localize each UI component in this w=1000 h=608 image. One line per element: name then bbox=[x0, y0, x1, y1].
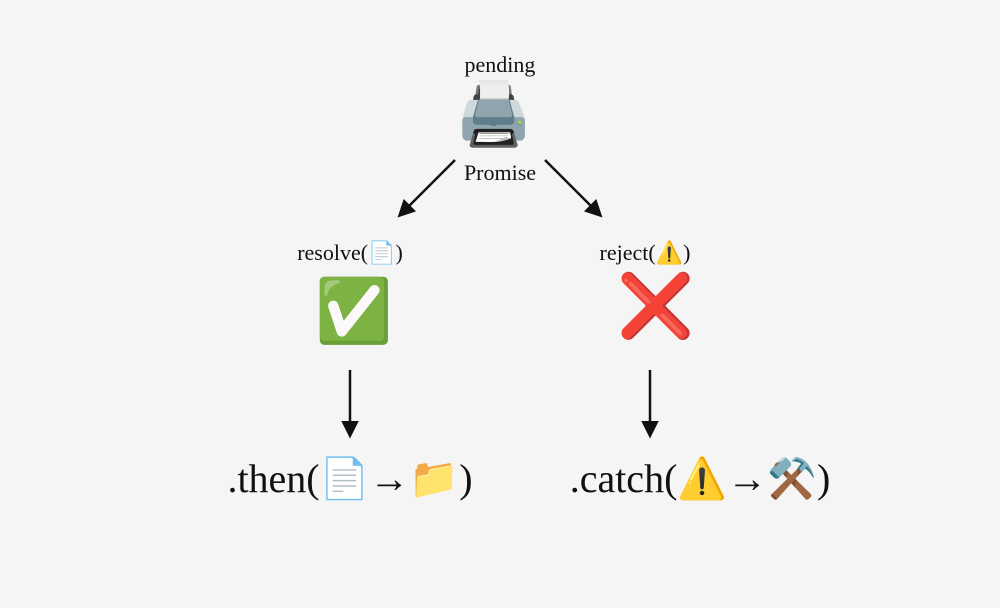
catch-handler: .catch(⚠️→⚒️) bbox=[500, 455, 900, 502]
resolve-call: resolve(📄) bbox=[260, 240, 440, 266]
printer-icon: 🖨️ bbox=[455, 78, 532, 151]
then-handler: .then(📄→📁) bbox=[150, 455, 550, 502]
pending-label: pending bbox=[440, 52, 560, 78]
cross-icon: ❌ bbox=[617, 270, 694, 343]
promise-diagram: pending 🖨️ Promise resolve(📄) ✅ .then(📄→… bbox=[0, 0, 1000, 608]
promise-label: Promise bbox=[440, 160, 560, 186]
check-icon: ✅ bbox=[315, 275, 392, 348]
reject-call: reject(⚠️) bbox=[565, 240, 725, 266]
